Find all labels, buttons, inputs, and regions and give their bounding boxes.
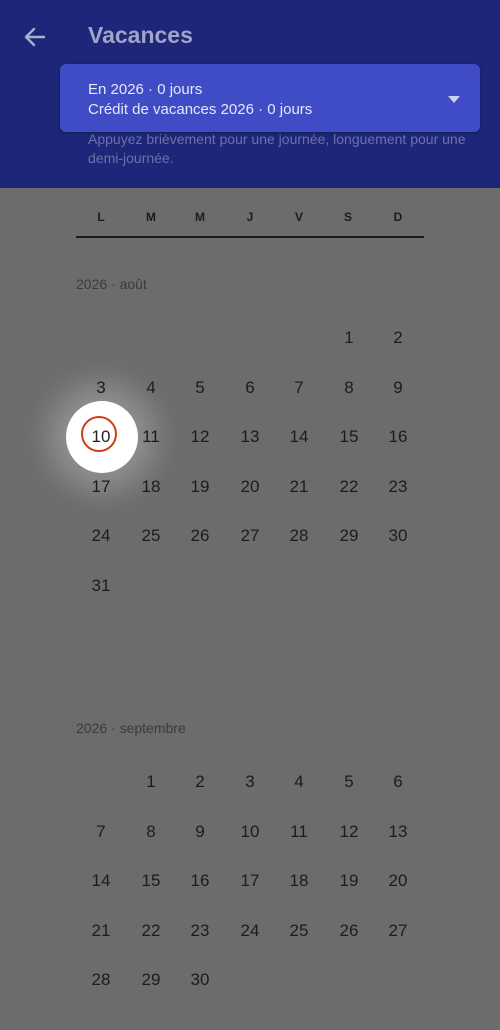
day-cell[interactable]: 8 <box>329 374 369 402</box>
day-cell[interactable]: 17 <box>81 473 121 501</box>
day-cell[interactable]: 29 <box>329 522 369 550</box>
day-cell[interactable]: 8 <box>131 818 171 846</box>
day-cell[interactable]: 13 <box>378 818 418 846</box>
day-cell[interactable]: 4 <box>279 768 319 796</box>
day-cell[interactable]: 14 <box>279 423 319 451</box>
day-cell[interactable]: 23 <box>378 473 418 501</box>
year-total-text: En 2026 · 0 jours <box>88 81 203 98</box>
day-cell[interactable]: 10 <box>230 818 270 846</box>
day-cell[interactable]: 2 <box>180 768 220 796</box>
day-cell[interactable]: 3 <box>81 374 121 402</box>
day-cell[interactable]: 30 <box>180 966 220 994</box>
day-cell[interactable]: 20 <box>230 473 270 501</box>
day-cell[interactable]: 30 <box>378 522 418 550</box>
day-cell[interactable]: 15 <box>131 867 171 895</box>
day-cell[interactable]: 29 <box>131 966 171 994</box>
day-cell[interactable]: 19 <box>329 867 369 895</box>
day-cell[interactable]: 18 <box>131 473 171 501</box>
weekday-label: L <box>97 210 105 224</box>
day-cell[interactable]: 16 <box>378 423 418 451</box>
day-cell[interactable]: 12 <box>329 818 369 846</box>
year-credit-dropdown[interactable]: En 2026 · 0 jours Crédit de vacances 202… <box>60 64 480 132</box>
dropdown-caret-icon <box>448 96 460 103</box>
day-cell[interactable]: 28 <box>81 966 121 994</box>
page-title: Vacances <box>88 22 193 48</box>
weekday-label: J <box>246 210 254 224</box>
day-cell[interactable]: 11 <box>279 818 319 846</box>
day-cell[interactable]: 21 <box>279 473 319 501</box>
day-cell[interactable]: 15 <box>329 423 369 451</box>
weekday-label: M <box>195 210 205 224</box>
day-cell[interactable]: 21 <box>81 917 121 945</box>
day-cell[interactable]: 6 <box>230 374 270 402</box>
weekday-header: L M M J V S D <box>76 200 424 238</box>
weekday-label: M <box>146 210 156 224</box>
day-cell[interactable]: 7 <box>279 374 319 402</box>
day-cell[interactable]: 13 <box>230 423 270 451</box>
day-cell[interactable]: 26 <box>180 522 220 550</box>
day-cell[interactable]: 12 <box>180 423 220 451</box>
weekday-label: D <box>393 210 403 224</box>
day-cell[interactable]: 22 <box>329 473 369 501</box>
day-cell[interactable]: 6 <box>378 768 418 796</box>
day-cell[interactable]: 1 <box>131 768 171 796</box>
day-cell[interactable]: 7 <box>81 818 121 846</box>
back-button[interactable] <box>18 20 52 54</box>
day-cell[interactable]: 11 <box>131 423 171 451</box>
day-cell[interactable]: 28 <box>279 522 319 550</box>
day-cell[interactable]: 1 <box>329 324 369 352</box>
day-cell[interactable]: 31 <box>81 572 121 600</box>
day-cell[interactable]: 25 <box>279 917 319 945</box>
day-cell[interactable]: 2 <box>378 324 418 352</box>
day-cell[interactable]: 25 <box>131 522 171 550</box>
day-cell[interactable]: 27 <box>230 522 270 550</box>
day-cell[interactable]: 17 <box>230 867 270 895</box>
day-cell[interactable]: 18 <box>279 867 319 895</box>
month-label: 2026 · août <box>76 276 147 292</box>
credit-text: Crédit de vacances 2026 · 0 jours <box>88 101 313 118</box>
app-header: Vacances En 2026 · 0 jours Crédit de vac… <box>0 0 500 188</box>
day-cell[interactable]: 24 <box>230 917 270 945</box>
day-cell-today[interactable]: 10 <box>81 423 121 451</box>
day-cell[interactable]: 14 <box>81 867 121 895</box>
day-cell[interactable]: 20 <box>378 867 418 895</box>
day-cell[interactable]: 24 <box>81 522 121 550</box>
day-cell[interactable]: 26 <box>329 917 369 945</box>
day-cell[interactable]: 23 <box>180 917 220 945</box>
day-cell[interactable]: 16 <box>180 867 220 895</box>
usage-hint: Appuyez brièvement pour une journée, lon… <box>88 131 466 166</box>
day-cell[interactable]: 9 <box>378 374 418 402</box>
day-cell[interactable]: 27 <box>378 917 418 945</box>
month-label: 2026 · septembre <box>76 720 186 736</box>
day-cell[interactable]: 3 <box>230 768 270 796</box>
day-cell[interactable]: 4 <box>131 374 171 402</box>
arrow-left-icon <box>24 27 46 47</box>
day-cell[interactable]: 5 <box>180 374 220 402</box>
day-cell[interactable]: 5 <box>329 768 369 796</box>
day-cell[interactable]: 19 <box>180 473 220 501</box>
weekday-label: S <box>343 210 352 224</box>
weekday-label: V <box>294 210 303 224</box>
day-cell[interactable]: 22 <box>131 917 171 945</box>
day-cell[interactable]: 9 <box>180 818 220 846</box>
